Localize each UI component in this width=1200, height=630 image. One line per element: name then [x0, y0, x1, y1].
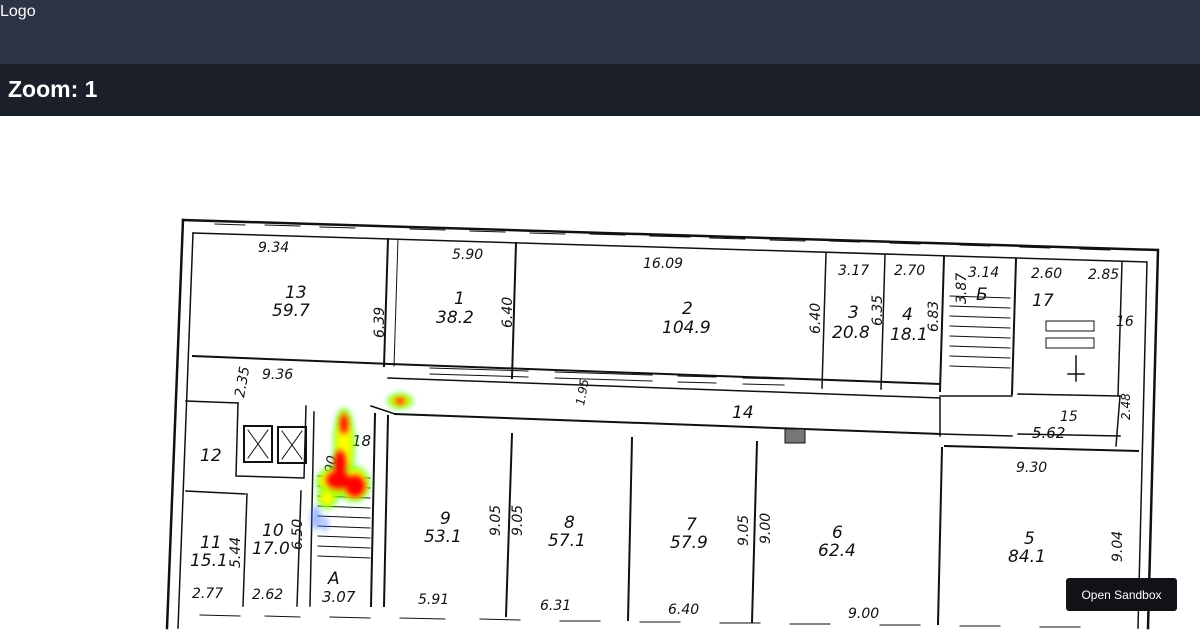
room-18-number: 18 — [352, 432, 371, 450]
dim-label: 3.17 — [838, 263, 869, 279]
dim-label: 5.91 — [418, 592, 449, 608]
room-10-area: 17.0 — [252, 539, 290, 559]
room-11-number: 11 — [200, 533, 222, 553]
dim-label: 9.05 — [510, 505, 526, 536]
dim-label: 6.39 — [372, 307, 388, 338]
room-15-dim: 5.62 — [1032, 424, 1065, 442]
room-B-label: Б — [976, 285, 988, 305]
room-14-number: 14 — [732, 403, 754, 423]
room-4-number: 4 — [902, 305, 913, 325]
dim-label: 1.95 — [573, 378, 591, 407]
room-9-area: 53.1 — [424, 527, 462, 547]
dim-label: 2.77 — [192, 586, 223, 602]
room-13-area: 59.7 — [272, 301, 310, 321]
dim-label: 16.09 — [643, 256, 683, 272]
dim-label: 9.05 — [488, 505, 504, 536]
room-7-area: 57.9 — [670, 533, 708, 553]
room-16-number: 16 — [1116, 314, 1134, 330]
room-6-number: 6 — [832, 523, 843, 543]
room-2-area: 104.9 — [662, 318, 711, 338]
room-1-area: 38.2 — [436, 308, 474, 328]
dim-label: 9.00 — [848, 606, 879, 622]
dim-label: 9.00 — [758, 513, 774, 544]
dim-label: 9.30 — [1016, 460, 1047, 476]
room-5-area: 84.1 — [1008, 547, 1046, 567]
dim-label: 6.50 — [290, 519, 306, 550]
dim-label: 2.70 — [894, 263, 925, 279]
dim-label: 2.48 — [1119, 393, 1133, 420]
dim-label: 6.31 — [540, 598, 571, 614]
dim-label: 2.60 — [1031, 266, 1062, 282]
floor-plan-canvas[interactable]: 13 59.7 1 38.2 2 104.9 3 20.8 4 18.1 Б 1… — [0, 116, 1200, 630]
dim-label: 5.44 — [228, 537, 244, 568]
dim-label: 2.62 — [252, 587, 283, 603]
room-3-number: 3 — [848, 303, 859, 323]
room-2-number: 2 — [682, 299, 693, 319]
dim-label: 6.35 — [870, 295, 886, 326]
room-9-number: 9 — [440, 509, 451, 529]
room-7-number: 7 — [686, 515, 697, 535]
top-navbar: Logo — [0, 0, 1200, 64]
dim-label: 6.40 — [668, 602, 699, 618]
dim-label: 9.04 — [1110, 531, 1126, 562]
room-10-number: 10 — [262, 521, 284, 541]
dim-label: 9.36 — [262, 367, 293, 383]
room-8-area: 57.1 — [548, 531, 586, 551]
dim-label: 9.34 — [258, 240, 289, 256]
dim-label: 6.40 — [500, 297, 516, 328]
room-13-number: 13 — [285, 283, 307, 303]
room-A-label: A — [327, 569, 340, 589]
room-6-area: 62.4 — [818, 541, 856, 561]
dim-label: 5.90 — [452, 247, 483, 263]
room-17-number: 17 — [1032, 291, 1054, 311]
room-5-number: 5 — [1024, 529, 1035, 549]
room-A-area: 3.07 — [322, 588, 356, 606]
logo[interactable]: Logo — [0, 3, 36, 21]
zoom-level-title: Zoom: 1 — [8, 76, 98, 102]
room-12-number: 12 — [200, 446, 222, 466]
dim-label: 6.83 — [926, 301, 942, 332]
room-3-area: 20.8 — [832, 323, 870, 343]
room-8-number: 8 — [564, 513, 575, 533]
dim-label: 3.14 — [968, 265, 999, 281]
dim-label: 9.05 — [736, 515, 752, 546]
zoom-header: Zoom: 1 — [0, 64, 1200, 116]
dim-label: 2.85 — [1088, 267, 1119, 283]
room-1-number: 1 — [454, 289, 465, 309]
room-4-area: 18.1 — [890, 325, 928, 345]
room-11-area: 15.1 — [190, 551, 228, 571]
room-15-number: 15 — [1060, 409, 1078, 425]
open-sandbox-button[interactable]: Open Sandbox — [1066, 578, 1177, 611]
dim-label: 6.40 — [808, 303, 824, 334]
dim-label: 3.87 — [954, 273, 970, 304]
dim-label: 2.35 — [232, 365, 253, 399]
floor-plan-image: 13 59.7 1 38.2 2 104.9 3 20.8 4 18.1 Б 1… — [165, 218, 1160, 630]
